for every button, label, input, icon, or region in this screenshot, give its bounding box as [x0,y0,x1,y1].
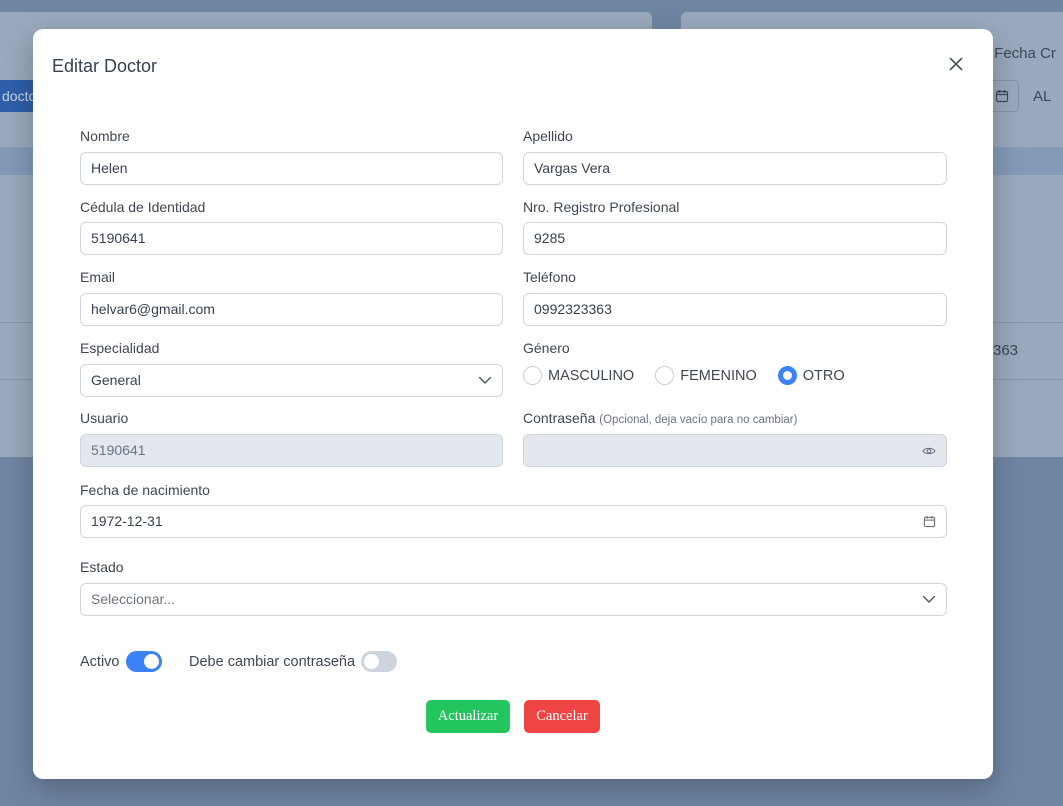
telefono-input[interactable]: 0992323363 [523,293,947,326]
apellido-label: Apellido [523,128,573,144]
fecha-nacimiento-input[interactable]: 1972-12-31 [80,505,947,538]
fecha-nacimiento-label: Fecha de nacimiento [80,482,210,498]
telefono-label: Teléfono [523,269,576,285]
radio-femenino-label[interactable]: FEMENINO [680,368,757,384]
email-label: Email [80,269,116,285]
cambiar-contrasena-label: Debe cambiar contraseña [189,653,356,670]
background-cell-value: 363 [993,342,1019,359]
cancel-button[interactable]: Cancelar [524,700,600,733]
registro-input[interactable]: 9285 [523,222,947,255]
fecha-nacimiento-value: 1972-12-31 [91,513,163,529]
especialidad-select[interactable]: General [80,364,503,397]
background-al-label: AL [1033,88,1052,105]
toggle-knob [143,654,159,669]
genero-label: Género [523,340,570,356]
calendar-icon [995,90,1009,103]
activo-toggle-group: Activo [80,651,162,672]
radio-otro-label[interactable]: OTRO [803,368,845,384]
genero-radio-group: MASCULINO FEMENINO OTRO [523,366,866,385]
apellido-input[interactable]: Vargas Vera [523,152,947,185]
especialidad-value: General [91,372,141,388]
contrasena-hint: (Opcional, deja vacío para no cambiar) [599,414,798,426]
email-input[interactable]: helvar6@gmail.com [80,293,503,326]
radio-masculino-label[interactable]: MASCULINO [548,368,634,384]
background-filter-label: r Fecha Cr [985,45,1056,62]
close-icon [949,57,963,71]
radio-masculino[interactable] [523,366,542,385]
radio-femenino[interactable] [655,366,675,385]
nombre-label: Nombre [80,128,130,144]
activo-label: Activo [80,653,120,670]
cambiar-contrasena-toggle[interactable] [361,651,398,672]
usuario-label: Usuario [80,410,129,426]
estado-select[interactable]: Seleccionar... [80,583,947,616]
especialidad-label: Especialidad [80,340,160,356]
modal-title: Editar Doctor [52,56,158,76]
usuario-input: 5190641 [80,434,503,467]
activo-toggle[interactable] [125,651,162,672]
calendar-icon[interactable] [923,506,936,537]
cambiar-contrasena-toggle-group: Debe cambiar contraseña [189,651,398,672]
chevron-down-icon [922,584,936,615]
estado-label: Estado [80,559,124,575]
edit-doctor-modal: Editar Doctor Nombre Helen Apellido Varg… [33,29,993,779]
nombre-input[interactable]: Helen [80,152,503,185]
radio-otro[interactable] [777,366,797,385]
cedula-input[interactable]: 5190641 [80,222,503,255]
chevron-down-icon [478,365,492,396]
contrasena-label-text: Contraseña [523,410,596,426]
registro-label: Nro. Registro Profesional [523,199,680,215]
toggle-knob [364,654,380,669]
estado-placeholder: Seleccionar... [91,591,176,607]
close-button[interactable] [945,53,967,75]
update-button[interactable]: Actualizar [426,700,510,733]
contrasena-label: Contraseña (Opcional, deja vacío para no… [523,410,797,426]
eye-icon[interactable] [922,435,936,466]
contrasena-input[interactable] [523,434,947,467]
cedula-label: Cédula de Identidad [80,199,206,215]
